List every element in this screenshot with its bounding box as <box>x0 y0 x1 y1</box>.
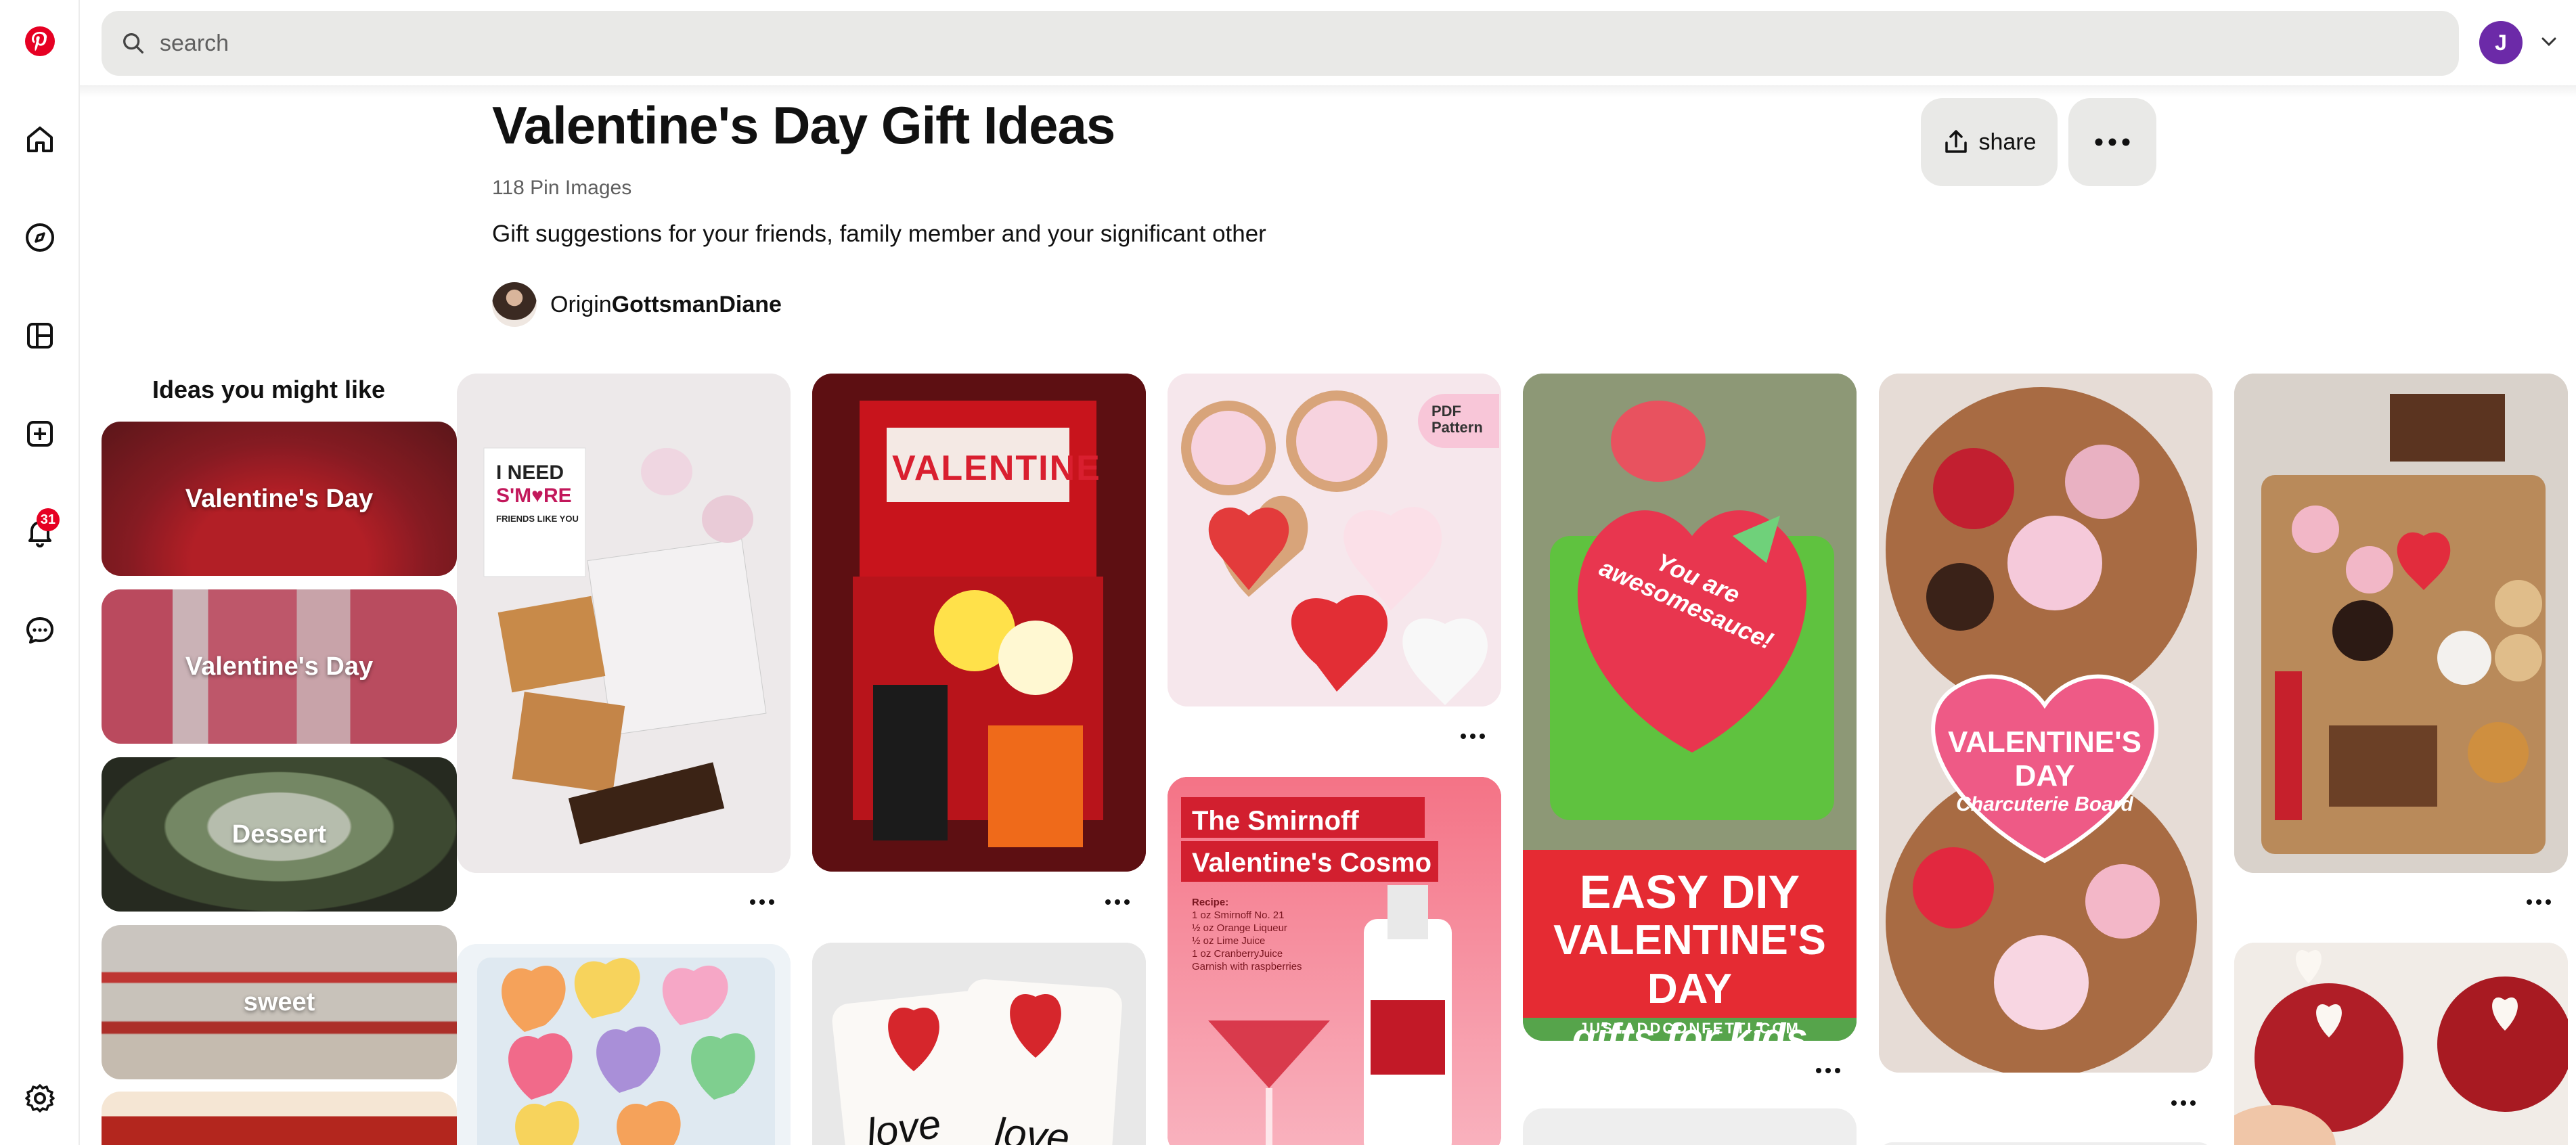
pin-chocolate-board[interactable] <box>2234 374 2568 873</box>
pin-charcuterie-board[interactable]: VALENTINE'S DAY Charcuterie Board <box>1879 374 2213 1073</box>
pin-partial[interactable] <box>1523 1108 1857 1145</box>
pin-image <box>1879 374 2213 1073</box>
love-cookie-text: love <box>993 1109 1071 1145</box>
board-description: Gift suggestions for your friends, famil… <box>492 221 1266 247</box>
idea-label: Valentine's Day <box>185 652 374 681</box>
pin-partial[interactable] <box>1879 1142 2213 1145</box>
create-plus-icon[interactable] <box>12 406 68 462</box>
pin-valentine-box[interactable]: VALENTINE <box>812 374 1146 872</box>
smores-card-text: I NEED S'M♥RE FRIENDS LIKE YOU <box>496 462 579 524</box>
settings-gear-icon[interactable] <box>12 1071 68 1126</box>
pin-smores-gift[interactable]: I NEED S'M♥RE FRIENDS LIKE YOU <box>457 374 791 873</box>
user-avatar[interactable]: J <box>2479 21 2523 64</box>
pin-menu-icon[interactable] <box>1811 1060 1845 1081</box>
share-button[interactable]: share <box>1921 98 2058 186</box>
owner-name[interactable]: OriginGottsmanDiane <box>550 292 782 318</box>
pin-red-velvet-cookies[interactable] <box>2234 943 2568 1145</box>
valentine-box-text: VALENTINE <box>892 449 1101 488</box>
board-owner[interactable]: OriginGottsmanDiane <box>492 282 782 327</box>
search-bar[interactable] <box>102 11 2459 76</box>
idea-label: sweet <box>243 987 315 1016</box>
pin-image <box>2234 374 2568 873</box>
pin-menu-icon[interactable] <box>1101 892 1134 912</box>
search-input[interactable] <box>160 30 2393 57</box>
pin-conversation-heart-cookies[interactable] <box>457 944 791 1145</box>
pin-image <box>2234 943 2568 1145</box>
idea-card-sweet[interactable]: sweet <box>102 925 457 1079</box>
idea-card-valentines-day[interactable]: Valentine's Day <box>102 422 457 576</box>
pin-love-cookies[interactable]: love love <box>812 943 1146 1145</box>
search-icon <box>123 33 143 53</box>
charcuterie-heart-text: VALENTINE'S DAY Charcuterie Board <box>1948 725 2141 815</box>
smirnoff-recipe: Recipe: 1 oz Smirnoff No. 21 ½ oz Orange… <box>1192 897 1302 972</box>
messages-icon[interactable] <box>12 602 68 658</box>
pin-smirnoff-cosmo[interactable]: The Smirnoff Valentine's Cosmo Recipe: 1… <box>1168 777 1501 1145</box>
chevron-down-icon[interactable] <box>2537 30 2561 54</box>
pin-image <box>457 944 791 1145</box>
home-icon[interactable] <box>12 112 68 167</box>
pin-image <box>812 943 1146 1145</box>
pin-menu-icon[interactable] <box>2522 892 2556 912</box>
pdf-pattern-tag: PDF Pattern <box>1418 394 1499 448</box>
boards-icon[interactable] <box>12 308 68 363</box>
idea-label: Valentine's Day <box>185 484 374 513</box>
idea-card-valentines-day-gnomes[interactable]: Valentine's Day <box>102 589 457 744</box>
idea-card-dessert[interactable]: Dessert <box>102 757 457 912</box>
diy-site-text: JUSTADDCONFETTI.COM <box>1579 1020 1800 1037</box>
diy-banner-text: EASY DIY VALENTINE'S DAY gifts for kids <box>1553 866 1826 1041</box>
pin-felt-cookies[interactable]: PDF Pattern <box>1168 374 1501 706</box>
pinterest-logo-icon[interactable] <box>12 14 68 69</box>
owner-avatar[interactable] <box>492 282 537 327</box>
header-divider <box>80 85 2576 97</box>
pin-image <box>457 374 791 873</box>
ellipsis-icon <box>2095 138 2130 146</box>
side-nav: 31 <box>0 0 80 1145</box>
idea-card-partial[interactable] <box>102 1092 457 1145</box>
pin-menu-icon[interactable] <box>745 892 779 912</box>
idea-label: Dessert <box>231 820 327 849</box>
pin-menu-icon[interactable] <box>2167 1093 2200 1113</box>
board-title: Valentine's Day Gift Ideas <box>492 95 1115 155</box>
notifications-bell-icon[interactable]: 31 <box>12 504 68 560</box>
ideas-heading: Ideas you might like <box>152 376 386 403</box>
pin-menu-icon[interactable] <box>1456 726 1490 746</box>
pin-count: 118 Pin Images <box>492 177 632 199</box>
more-options-button[interactable] <box>2068 98 2156 186</box>
smirnoff-title: The Smirnoff Valentine's Cosmo <box>1192 806 1432 878</box>
pin-diy-gifts-for-kids[interactable]: You are awesomesauce! EASY DIY VALENTINE… <box>1523 374 1857 1041</box>
explore-compass-icon[interactable] <box>12 210 68 265</box>
share-label: share <box>1978 129 2037 155</box>
share-upload-icon <box>1945 130 1968 153</box>
notifications-badge: 31 <box>36 508 60 531</box>
